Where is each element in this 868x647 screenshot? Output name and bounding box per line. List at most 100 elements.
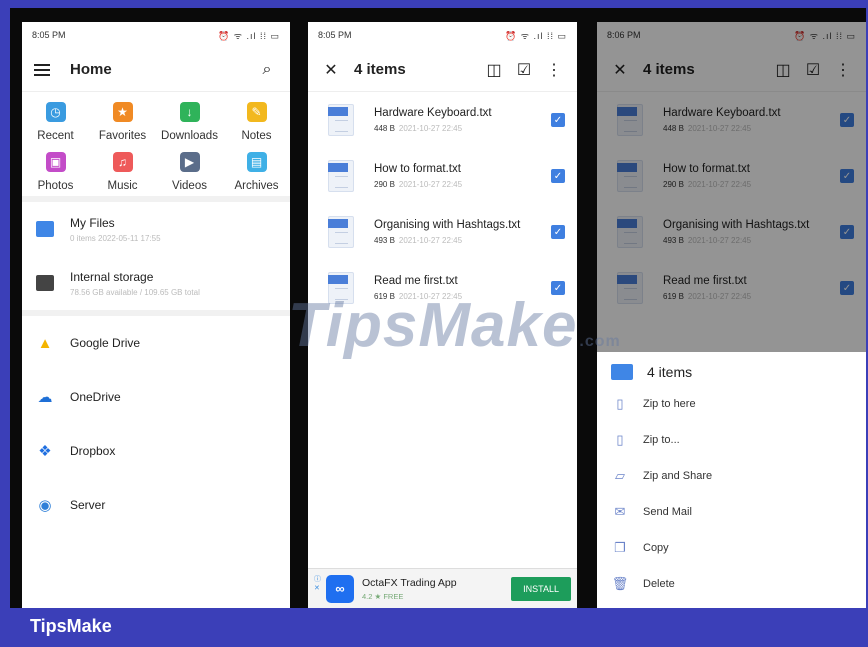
action-label: Copy: [643, 542, 669, 554]
music-icon: ♫: [112, 152, 133, 172]
home-screen: 8:05 PM ⏰ ᯤ .ıl ⁞⁞ ▭ Home ⌕ ◷ Recent ★ Favo…: [22, 22, 290, 608]
cloud-item[interactable]: ▲ Google Drive: [22, 316, 290, 370]
action-zip-and-share[interactable]: ▱ Zip and Share: [597, 458, 866, 494]
ad-banner[interactable]: ⓘ ✕ ∞ OctaFX Trading App 4.2 ★ FREE INSTA…: [308, 568, 577, 608]
action-label: Delete: [643, 578, 675, 590]
selection-screen: 8:05 PM ⏰ ᯤ .ıl ⁞⁞ ▭ ✕ 4 items ◫ ☑ ⋮ Har…: [308, 22, 577, 608]
category-videos[interactable]: ▶ Videos: [156, 152, 223, 192]
action-delete[interactable]: 🗑 Delete: [597, 566, 866, 602]
file-date: 2021-10-27 22:45: [398, 180, 463, 189]
action-label: Zip to here: [643, 398, 696, 410]
file-row[interactable]: How to format.txt 290 B 2021-10-27 22:45 ✓: [308, 148, 577, 204]
onedrive-icon: ☁: [37, 389, 53, 406]
category-photos[interactable]: ▣ Photos: [22, 152, 89, 192]
select-range-icon[interactable]: ◫: [483, 60, 505, 80]
category-notes[interactable]: ✎ Notes: [223, 102, 290, 142]
cloud-label: Google Drive: [70, 336, 141, 350]
storage-item[interactable]: My Files 0 items 2022-05-11 17:55: [22, 202, 290, 256]
copy-icon: ❐: [614, 540, 626, 555]
ad-choices-icon[interactable]: ⓘ ✕: [314, 575, 321, 593]
ad-rating: 4.2 ★ FREE: [362, 591, 404, 601]
file-meta: 619 B 2021-10-27 22:45: [374, 292, 551, 301]
archive-icon: ▤: [246, 152, 267, 172]
file-size: 448 B: [374, 124, 395, 133]
category-label: Downloads: [161, 130, 218, 142]
server-icon: ◉: [38, 497, 52, 514]
file-name: How to format.txt: [374, 163, 461, 175]
storage-detail: 0 items 2022-05-11 17:55: [70, 233, 161, 243]
screenshot-frame: 8:05 PM ⏰ ᯤ .ıl ⁞⁞ ▭ Home ⌕ ◷ Recent ★ Favo…: [10, 8, 866, 608]
ad-app-logo: ∞: [326, 574, 354, 603]
zip-icon: ▯: [616, 396, 624, 411]
file-row[interactable]: Organising with Hashtags.txt 493 B 2021-10…: [308, 204, 577, 260]
file-size: 493 B: [374, 236, 395, 245]
category-recent[interactable]: ◷ Recent: [22, 102, 89, 142]
storage-name: Internal storage: [70, 269, 154, 284]
cloud-item[interactable]: ❖ Dropbox: [22, 424, 290, 478]
file-meta: 290 B 2021-10-27 22:45: [374, 180, 551, 189]
page-title: Home: [70, 61, 112, 78]
install-button[interactable]: INSTALL: [511, 576, 571, 601]
cloud-label: OneDrive: [70, 390, 121, 404]
video-icon: ▶: [179, 152, 200, 172]
pencil-icon: ✎: [246, 102, 267, 122]
file-name: Organising with Hashtags.txt: [374, 219, 521, 231]
cloud-label: Server: [70, 498, 106, 512]
status-time: 8:05 PM: [32, 30, 66, 40]
category-label: Favorites: [98, 130, 147, 142]
selection-app-bar: ✕ 4 items ◫ ☑ ⋮: [308, 48, 577, 92]
action-copy[interactable]: ❐ Copy: [597, 530, 866, 566]
file-meta: 493 B 2021-10-27 22:45: [374, 236, 551, 245]
storage-list: My Files 0 items 2022-05-11 17:55 Internal…: [22, 202, 290, 310]
category-label: Archives: [234, 180, 279, 192]
category-favorites[interactable]: ★ Favorites: [89, 102, 156, 142]
category-label: Music: [107, 180, 138, 192]
text-file-icon: [328, 216, 354, 248]
text-file-icon: [328, 104, 354, 136]
close-icon[interactable]: ✕: [320, 60, 342, 80]
cloud-list: ▲ Google Drive ☁ OneDrive ❖ Dropbox ◉ Server: [22, 316, 290, 532]
photo-icon: ▣: [45, 152, 66, 172]
category-archives[interactable]: ▤ Archives: [223, 152, 290, 192]
file-row[interactable]: Read me first.txt 619 B 2021-10-27 22:45 ✓: [308, 260, 577, 316]
checkbox-checked-icon[interactable]: ✓: [551, 281, 565, 295]
file-list: Hardware Keyboard.txt 448 B 2021-10-27 22:…: [308, 92, 577, 316]
checkbox-checked-icon[interactable]: ✓: [551, 225, 565, 239]
action-list: ▯ Zip to here ▯ Zip to... ▱ Zip and Share ✉ Sen…: [597, 386, 866, 602]
folder-icon: [36, 221, 54, 237]
action-send-mail[interactable]: ✉ Send Mail: [597, 494, 866, 530]
google-drive-icon: ▲: [37, 334, 53, 352]
search-icon[interactable]: ⌕: [256, 61, 278, 79]
action-zip-to-here[interactable]: ▯ Zip to here: [597, 386, 866, 422]
action-zip-to[interactable]: ▯ Zip to...: [597, 422, 866, 458]
category-downloads[interactable]: ↓ Downloads: [156, 102, 223, 142]
sheet-title: 4 items: [647, 364, 693, 380]
zip-share-icon: ▱: [615, 468, 625, 483]
category-grid: ◷ Recent ★ Favorites ↓ Downloads ✎ Notes ▣ Photos…: [22, 92, 290, 196]
action-label: Send Mail: [643, 506, 692, 518]
dim-overlay[interactable]: [597, 22, 866, 352]
select-all-icon[interactable]: ☑: [513, 60, 535, 80]
more-options-icon[interactable]: ⋮: [543, 60, 565, 80]
file-name: Hardware Keyboard.txt: [374, 107, 492, 119]
category-music[interactable]: ♫ Music: [89, 152, 156, 192]
status-icons: ⏰ ᯤ .ıl ⁞⁞ ▭: [218, 30, 280, 41]
action-label: Zip to...: [643, 434, 680, 446]
category-label: Recent: [37, 130, 74, 142]
zip-to-icon: ▯: [616, 432, 624, 447]
file-row[interactable]: Hardware Keyboard.txt 448 B 2021-10-27 22:…: [308, 92, 577, 148]
checkbox-checked-icon[interactable]: ✓: [551, 113, 565, 127]
mail-icon: ✉: [614, 504, 626, 519]
text-file-icon: [328, 160, 354, 192]
ad-title: OctaFX Trading App: [362, 576, 457, 589]
text-file-icon: [328, 272, 354, 304]
trash-icon: 🗑: [611, 576, 629, 591]
cloud-item[interactable]: ◉ Server: [22, 478, 290, 532]
action-label: Zip and Share: [643, 470, 713, 482]
cloud-item[interactable]: ☁ OneDrive: [22, 370, 290, 424]
checkbox-checked-icon[interactable]: ✓: [551, 169, 565, 183]
menu-icon[interactable]: [34, 63, 50, 76]
file-date: 2021-10-27 22:45: [398, 236, 463, 245]
storage-item[interactable]: Internal storage 78.56 GB available / 109…: [22, 256, 290, 310]
brand-label: TipsMake: [30, 616, 112, 636]
